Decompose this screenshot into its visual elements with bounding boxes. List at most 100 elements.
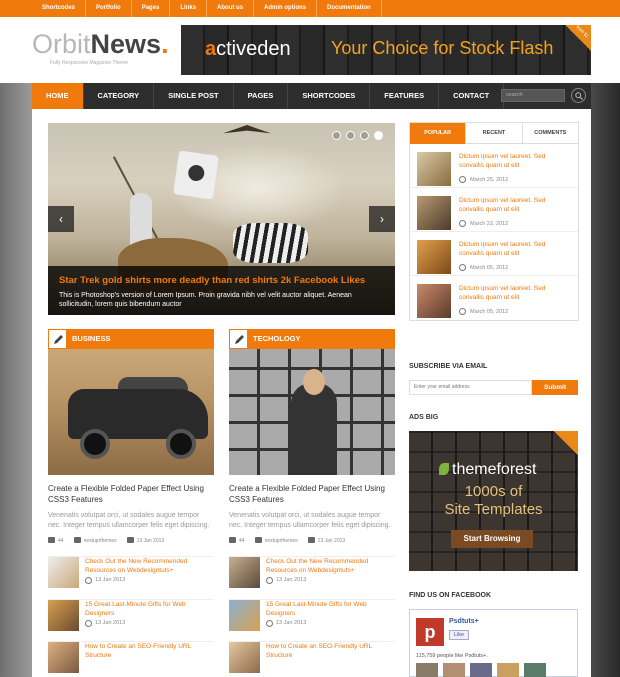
item-title[interactable]: Check Out the New Recommended Resources …	[85, 557, 210, 575]
comments-count[interactable]: 44	[48, 537, 64, 544]
post-title[interactable]: Dictum ipsum vel laoreet. Sed convallis …	[459, 284, 569, 302]
avatar[interactable]	[470, 663, 492, 677]
avatar[interactable]	[524, 663, 546, 677]
nav-pages[interactable]: Pages	[234, 83, 289, 109]
tab-recent[interactable]: RECENT	[466, 123, 523, 144]
user-icon	[254, 537, 262, 543]
topbar-link-admin[interactable]: Admin options	[254, 0, 318, 17]
nav-shortcodes[interactable]: Shortcodes	[288, 83, 371, 109]
item-title[interactable]: 15 Great Last-Minute Gifts for Web Desig…	[85, 600, 210, 618]
post-title[interactable]: Dictum ipsum vel laoreet. Sed convallis …	[459, 196, 569, 214]
slider-description: This is Photoshop's version of Lorem Ips…	[59, 292, 352, 308]
item-title[interactable]: Check Out the New Recommended Resources …	[266, 557, 391, 575]
avatar[interactable]	[443, 663, 465, 677]
post-date: March 05, 2012	[470, 265, 509, 271]
list-item[interactable]: Dictum ipsum vel laoreet. Sed convallis …	[410, 144, 578, 188]
tab-comments[interactable]: COMMENTS	[522, 123, 578, 144]
item-title[interactable]: 15 Great Last-Minute Gifts for Web Desig…	[266, 600, 391, 618]
facebook-like-count: 115,759 people like Psdtuts+.	[416, 653, 488, 659]
topbar-link-docs[interactable]: Documentation	[317, 0, 382, 17]
item-thumbnail[interactable]	[229, 557, 260, 588]
nav-single-post[interactable]: Single Post	[154, 83, 234, 109]
topbar-link-portfolio[interactable]: Portfolio	[86, 0, 132, 17]
comments-count[interactable]: 44	[229, 537, 245, 544]
post-thumbnail[interactable]	[417, 284, 451, 318]
site-tagline: Fully Responsive Magazine Theme	[50, 60, 129, 66]
technology-image[interactable]	[229, 349, 395, 475]
top-bar: Shortcodes Portfolio Pages Links About u…	[0, 0, 620, 17]
business-excerpt: Venenatis volutpat orci, ut sodales augu…	[48, 512, 210, 529]
tv-wall-image	[229, 349, 395, 475]
ad-line-2: Site Templates	[444, 501, 543, 518]
nav-home[interactable]: Home	[32, 83, 84, 109]
list-item[interactable]: Dictum ipsum vel laoreet. Sed convallis …	[410, 276, 578, 320]
list-item[interactable]: Dictum ipsum vel laoreet. Sed convallis …	[410, 232, 578, 276]
slider-dot-2[interactable]	[346, 131, 355, 140]
post-title[interactable]: Dictum ipsum vel laoreet. Sed convallis …	[459, 152, 569, 170]
search-icon	[575, 92, 583, 100]
ad-headline: 1000s of Site Templates	[409, 483, 578, 519]
submit-button[interactable]: Submit	[532, 380, 578, 395]
post-thumbnail[interactable]	[417, 152, 451, 186]
search-button[interactable]	[571, 88, 586, 103]
post-thumbnail[interactable]	[417, 196, 451, 230]
post-date: March 22, 2012	[470, 221, 509, 227]
list-item[interactable]: Check Out the New Recommended Resources …	[229, 557, 395, 599]
site-logo[interactable]: OrbitNews.	[32, 29, 169, 60]
header-banner-ad[interactable]: activeden Your Choice for Stock Flash fr…	[181, 25, 591, 75]
sidebar-ad-banner[interactable]: themeforest 1000s of Site Templates Start…	[409, 431, 578, 571]
item-thumbnail[interactable]	[48, 642, 79, 673]
item-title[interactable]: How to Create an SEO-Friendly URL Struct…	[266, 642, 391, 660]
avatar[interactable]	[416, 663, 438, 677]
featured-slider[interactable]: ‹ › Star Trek gold shirts more deadly th…	[48, 123, 395, 315]
item-thumbnail[interactable]	[229, 642, 260, 673]
slider-dot-3[interactable]	[360, 131, 369, 140]
list-item[interactable]: Check Out the New Recommended Resources …	[48, 557, 214, 599]
list-item[interactable]: 15 Great Last-Minute Gifts for Web Desig…	[48, 599, 214, 641]
list-item[interactable]: How to Create an SEO-Friendly URL Struct…	[48, 641, 214, 677]
item-thumbnail[interactable]	[48, 600, 79, 631]
topbar-link-links[interactable]: Links	[170, 0, 208, 17]
post-date: March 05, 2012	[470, 309, 509, 315]
slider-title[interactable]: Star Trek gold shirts more deadly than r…	[59, 275, 384, 286]
business-article-title[interactable]: Create a Flexible Folded Paper Effect Us…	[48, 483, 214, 505]
post-thumbnail[interactable]	[417, 240, 451, 274]
list-item[interactable]: 15 Great Last-Minute Gifts for Web Desig…	[229, 599, 395, 641]
nav-contact[interactable]: Contact	[439, 83, 505, 109]
tab-popular[interactable]: POPULAR	[410, 123, 467, 144]
tabs-header: POPULAR RECENT COMMENTS	[410, 123, 578, 144]
item-title[interactable]: How to Create an SEO-Friendly URL Struct…	[85, 642, 210, 660]
avatar[interactable]	[497, 663, 519, 677]
slider-prev-arrow-icon[interactable]: ‹	[48, 206, 74, 232]
item-thumbnail[interactable]	[48, 557, 79, 588]
slider-dot-4[interactable]	[374, 131, 383, 140]
business-image[interactable]	[48, 349, 214, 475]
search-input[interactable]: search	[501, 89, 565, 102]
author[interactable]: nextuprthemes	[73, 537, 117, 544]
topbar-link-about[interactable]: About us	[207, 0, 255, 17]
email-field[interactable]: Enter your email address	[409, 380, 532, 395]
nav-category[interactable]: Category	[84, 83, 155, 109]
author[interactable]: nextuprthemes	[254, 537, 298, 544]
facebook-page-name[interactable]: Psdtuts+	[449, 618, 479, 625]
item-date: 13 Jan 2013	[276, 620, 307, 626]
topbar-link-shortcodes[interactable]: Shortcodes	[32, 0, 87, 17]
topbar-link-pages[interactable]: Pages	[132, 0, 171, 17]
technology-comments-value: 44	[239, 538, 245, 544]
psdtuts-logo-icon[interactable]: p	[416, 618, 444, 646]
facebook-like-box: p Psdtuts+ Like 115,759 people like Psdt…	[409, 609, 578, 677]
slider-next-arrow-icon[interactable]: ›	[369, 206, 395, 232]
list-item[interactable]: Dictum ipsum vel laoreet. Sed convallis …	[410, 188, 578, 232]
logo-dot: .	[161, 29, 169, 59]
start-browsing-button[interactable]: Start Browsing	[451, 530, 533, 548]
comment-icon	[48, 537, 55, 543]
slider-dot-1[interactable]	[332, 131, 341, 140]
nav-features[interactable]: Features	[370, 83, 440, 109]
technology-article-title[interactable]: Create a Flexible Folded Paper Effect Us…	[229, 483, 395, 505]
post-title[interactable]: Dictum ipsum vel laoreet. Sed convallis …	[459, 240, 569, 258]
facebook-like-button[interactable]: Like	[449, 630, 470, 640]
list-item[interactable]: How to Create an SEO-Friendly URL Struct…	[229, 641, 395, 677]
banner-slogan: Your Choice for Stock Flash	[331, 38, 554, 58]
main-content: ‹ › Star Trek gold shirts more deadly th…	[32, 109, 591, 677]
item-thumbnail[interactable]	[229, 600, 260, 631]
